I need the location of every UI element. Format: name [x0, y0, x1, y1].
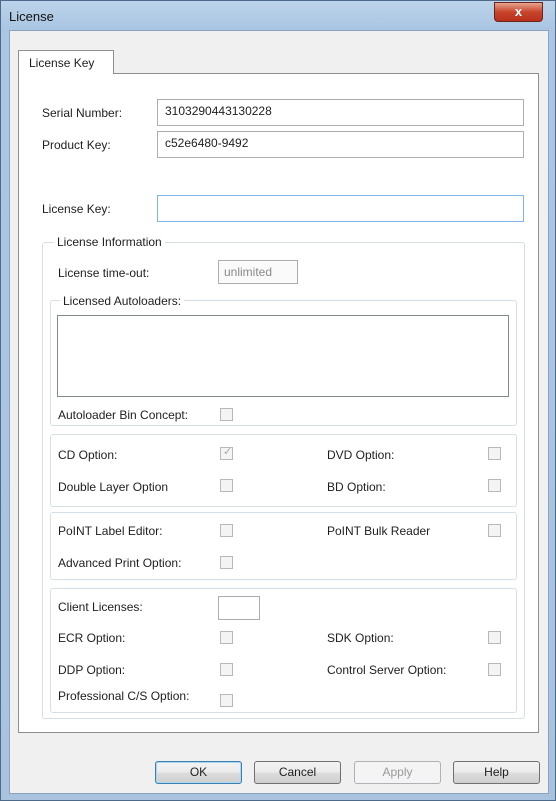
license-timeout-field: unlimited	[218, 260, 298, 284]
bd-option-label: BD Option:	[327, 480, 386, 494]
advanced-print-option-label: Advanced Print Option:	[58, 556, 182, 570]
point-label-editor-label: PoINT Label Editor:	[58, 524, 163, 538]
cd-option-label: CD Option:	[58, 448, 118, 462]
window-title: License	[9, 9, 54, 24]
license-information-title: License Information	[54, 235, 165, 249]
license-timeout-label: License time-out:	[58, 266, 150, 280]
control-server-option-checkbox[interactable]	[488, 663, 501, 676]
bd-option-checkbox[interactable]	[488, 479, 501, 492]
checkmark-icon: ✓	[223, 446, 233, 458]
sdk-option-label: SDK Option:	[327, 631, 394, 645]
serial-number-field[interactable]: 3103290443130228	[157, 99, 524, 126]
professional-cs-option-label: Professional C/S Option:	[58, 689, 190, 703]
ecr-option-checkbox[interactable]	[220, 631, 233, 644]
client-licenses-field[interactable]	[218, 596, 260, 620]
close-button[interactable]: x	[494, 2, 543, 22]
sdk-option-checkbox[interactable]	[488, 631, 501, 644]
ecr-option-label: ECR Option:	[58, 631, 126, 645]
ddp-option-label: DDP Option:	[58, 663, 126, 677]
cancel-button[interactable]: Cancel	[254, 761, 341, 784]
double-layer-option-checkbox[interactable]	[220, 479, 233, 492]
dvd-option-checkbox[interactable]	[488, 447, 501, 460]
autoloader-bin-concept-label: Autoloader Bin Concept:	[58, 408, 189, 422]
dvd-option-label: DVD Option:	[327, 448, 395, 462]
licensed-autoloaders-title: Licensed Autoloaders:	[60, 294, 185, 308]
help-button[interactable]: Help	[453, 761, 540, 784]
media-options-group	[50, 434, 517, 507]
product-key-label: Product Key:	[42, 138, 111, 152]
serial-number-label: Serial Number:	[42, 106, 123, 120]
control-server-option-label: Control Server Option:	[327, 663, 447, 677]
close-icon: x	[514, 4, 523, 19]
point-bulk-reader-checkbox[interactable]	[488, 524, 501, 537]
point-label-editor-checkbox[interactable]	[220, 524, 233, 537]
apply-button[interactable]: Apply	[354, 761, 441, 784]
autoloader-bin-concept-checkbox[interactable]	[220, 408, 233, 421]
point-bulk-reader-label: PoINT Bulk Reader	[327, 524, 431, 538]
ok-button[interactable]: OK	[155, 761, 242, 784]
client-licenses-label: Client Licenses:	[58, 600, 143, 614]
professional-cs-option-checkbox[interactable]	[220, 694, 233, 707]
double-layer-option-label: Double Layer Option	[58, 480, 169, 494]
advanced-print-option-checkbox[interactable]	[220, 556, 233, 569]
cd-option-checkbox[interactable]: ✓	[220, 446, 233, 460]
ddp-option-checkbox[interactable]	[220, 663, 233, 676]
license-key-input[interactable]	[157, 195, 524, 222]
product-key-field[interactable]: c52e6480-9492	[157, 131, 524, 158]
licensed-autoloaders-list[interactable]	[57, 315, 509, 397]
license-key-label: License Key:	[42, 202, 111, 216]
tab-license-key[interactable]: License Key	[18, 50, 114, 74]
